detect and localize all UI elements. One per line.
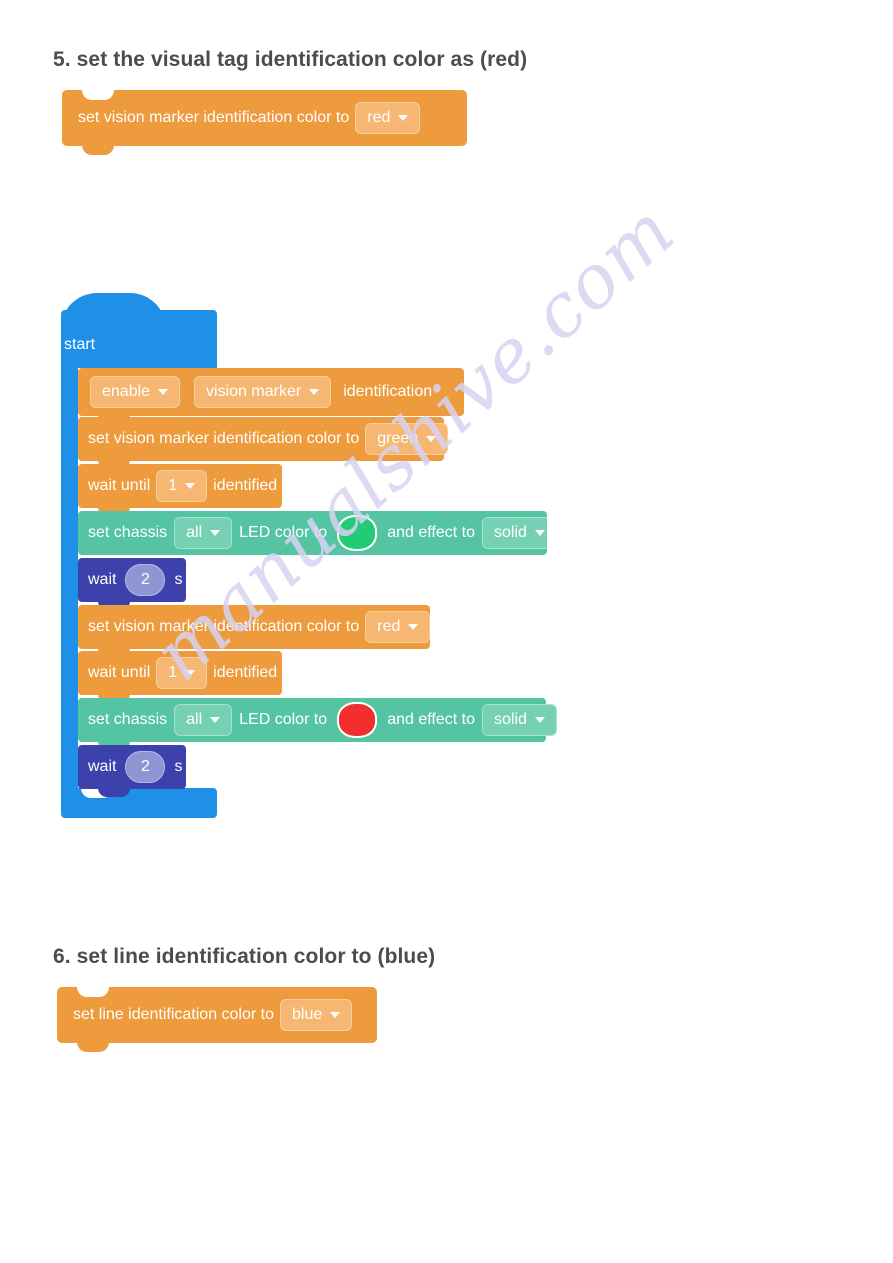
led-color-label: LED color to [239, 524, 328, 541]
row-prefix-label: set chassis [88, 711, 168, 728]
block-bottom-tab [77, 1042, 109, 1052]
target-dropdown-value: vision marker [206, 383, 302, 400]
wrapper-foot [61, 788, 217, 818]
hat-dome [61, 293, 166, 329]
row-prefix-label: wait [88, 571, 117, 588]
row-prefix-label: wait [88, 758, 117, 775]
block-top-notch [82, 90, 114, 100]
led-color-swatch[interactable] [337, 702, 378, 738]
color-dropdown[interactable]: blue [280, 999, 353, 1031]
row-suffix-label: identification [343, 383, 433, 400]
row-wait-until-identified[interactable]: wait until 1 identified [78, 651, 282, 703]
row-prefix-label: set vision marker identification color t… [88, 430, 360, 447]
row-bottom-tab [98, 788, 130, 797]
effect-dropdown-value: solid [493, 524, 527, 541]
row-set-vision-marker-color-green[interactable]: set vision marker identification color t… [78, 417, 449, 469]
row-suffix-label: s [174, 571, 183, 588]
enable-dropdown[interactable]: enable [90, 376, 181, 408]
row-prefix-label: wait until [88, 477, 151, 494]
row-set-chassis-led-red[interactable]: set chassis all LED color to and effect … [78, 698, 557, 750]
chevron-down-icon [398, 115, 409, 121]
section-5-heading: 5. set the visual tag identification col… [53, 48, 528, 71]
count-dropdown-value: 1 [168, 477, 178, 494]
color-dropdown[interactable]: red [365, 611, 431, 643]
chassis-dropdown[interactable]: all [174, 704, 233, 736]
target-dropdown[interactable]: vision marker [194, 376, 332, 408]
color-dropdown-value: green [377, 430, 419, 447]
block-set-line-color-blue[interactable]: set line identification color to blue [57, 987, 377, 1052]
row-set-vision-marker-color-red[interactable]: set vision marker identification color t… [78, 605, 431, 657]
row-wait-seconds[interactable]: wait 2 s [78, 558, 186, 610]
chevron-down-icon [330, 1012, 341, 1018]
section-6-heading: 6. set line identification color to (blu… [53, 945, 436, 968]
chassis-dropdown-value: all [186, 524, 203, 541]
led-color-label: LED color to [239, 711, 328, 728]
color-dropdown[interactable]: green [365, 423, 449, 455]
count-dropdown[interactable]: 1 [156, 657, 208, 689]
seconds-input[interactable]: 2 [125, 564, 166, 596]
count-dropdown[interactable]: 1 [156, 470, 208, 502]
row-prefix-label: set vision marker identification color t… [88, 618, 360, 635]
effect-dropdown[interactable]: solid [481, 704, 557, 736]
effect-dropdown-value: solid [493, 711, 527, 728]
chevron-down-icon [185, 483, 196, 489]
color-dropdown-value: red [367, 109, 391, 126]
row-prefix-label: set chassis [88, 524, 168, 541]
row-suffix-label: identified [213, 664, 278, 681]
count-dropdown-value: 1 [168, 664, 178, 681]
enable-dropdown-value: enable [102, 383, 151, 400]
row-prefix-label: wait until [88, 664, 151, 681]
chassis-dropdown[interactable]: all [174, 517, 233, 549]
chevron-down-icon [534, 530, 545, 536]
row-wait-seconds[interactable]: wait 2 s [78, 745, 186, 797]
row-bottom-tab [98, 554, 130, 555]
chevron-down-icon [408, 624, 419, 630]
chevron-down-icon [534, 717, 545, 723]
led-color-swatch[interactable] [337, 515, 378, 551]
effect-label: and effect to [387, 711, 475, 728]
row-suffix-label: identified [213, 477, 278, 494]
start-label: start [64, 336, 96, 353]
chevron-down-icon [426, 436, 437, 442]
chevron-down-icon [210, 530, 221, 536]
color-dropdown[interactable]: red [355, 102, 421, 134]
block-bottom-tab [82, 145, 114, 155]
row-enable-identification[interactable]: enable vision marker identification [78, 368, 464, 424]
chevron-down-icon [158, 389, 169, 395]
seconds-input[interactable]: 2 [125, 751, 166, 783]
row-suffix-label: s [174, 758, 183, 775]
block-top-notch [77, 987, 109, 997]
chevron-down-icon [309, 389, 320, 395]
chassis-dropdown-value: all [186, 711, 203, 728]
chevron-down-icon [185, 670, 196, 676]
wrapper-spine [61, 366, 78, 796]
block-label: set line identification color to [73, 1006, 274, 1023]
block-label: set vision marker identification color t… [78, 109, 350, 126]
program-stack: start enable vision marker identificatio… [0, 0, 893, 818]
chevron-down-icon [210, 717, 221, 723]
color-dropdown-value: blue [292, 1006, 323, 1023]
color-dropdown-value: red [377, 618, 401, 635]
row-wait-until-identified[interactable]: wait until 1 identified [78, 464, 282, 516]
effect-label: and effect to [387, 524, 475, 541]
block-set-vision-marker-color-red[interactable]: set vision marker identification color t… [62, 90, 467, 155]
effect-dropdown[interactable]: solid [481, 517, 547, 549]
row-set-chassis-led-green[interactable]: set chassis all LED color to and effect … [78, 511, 547, 555]
